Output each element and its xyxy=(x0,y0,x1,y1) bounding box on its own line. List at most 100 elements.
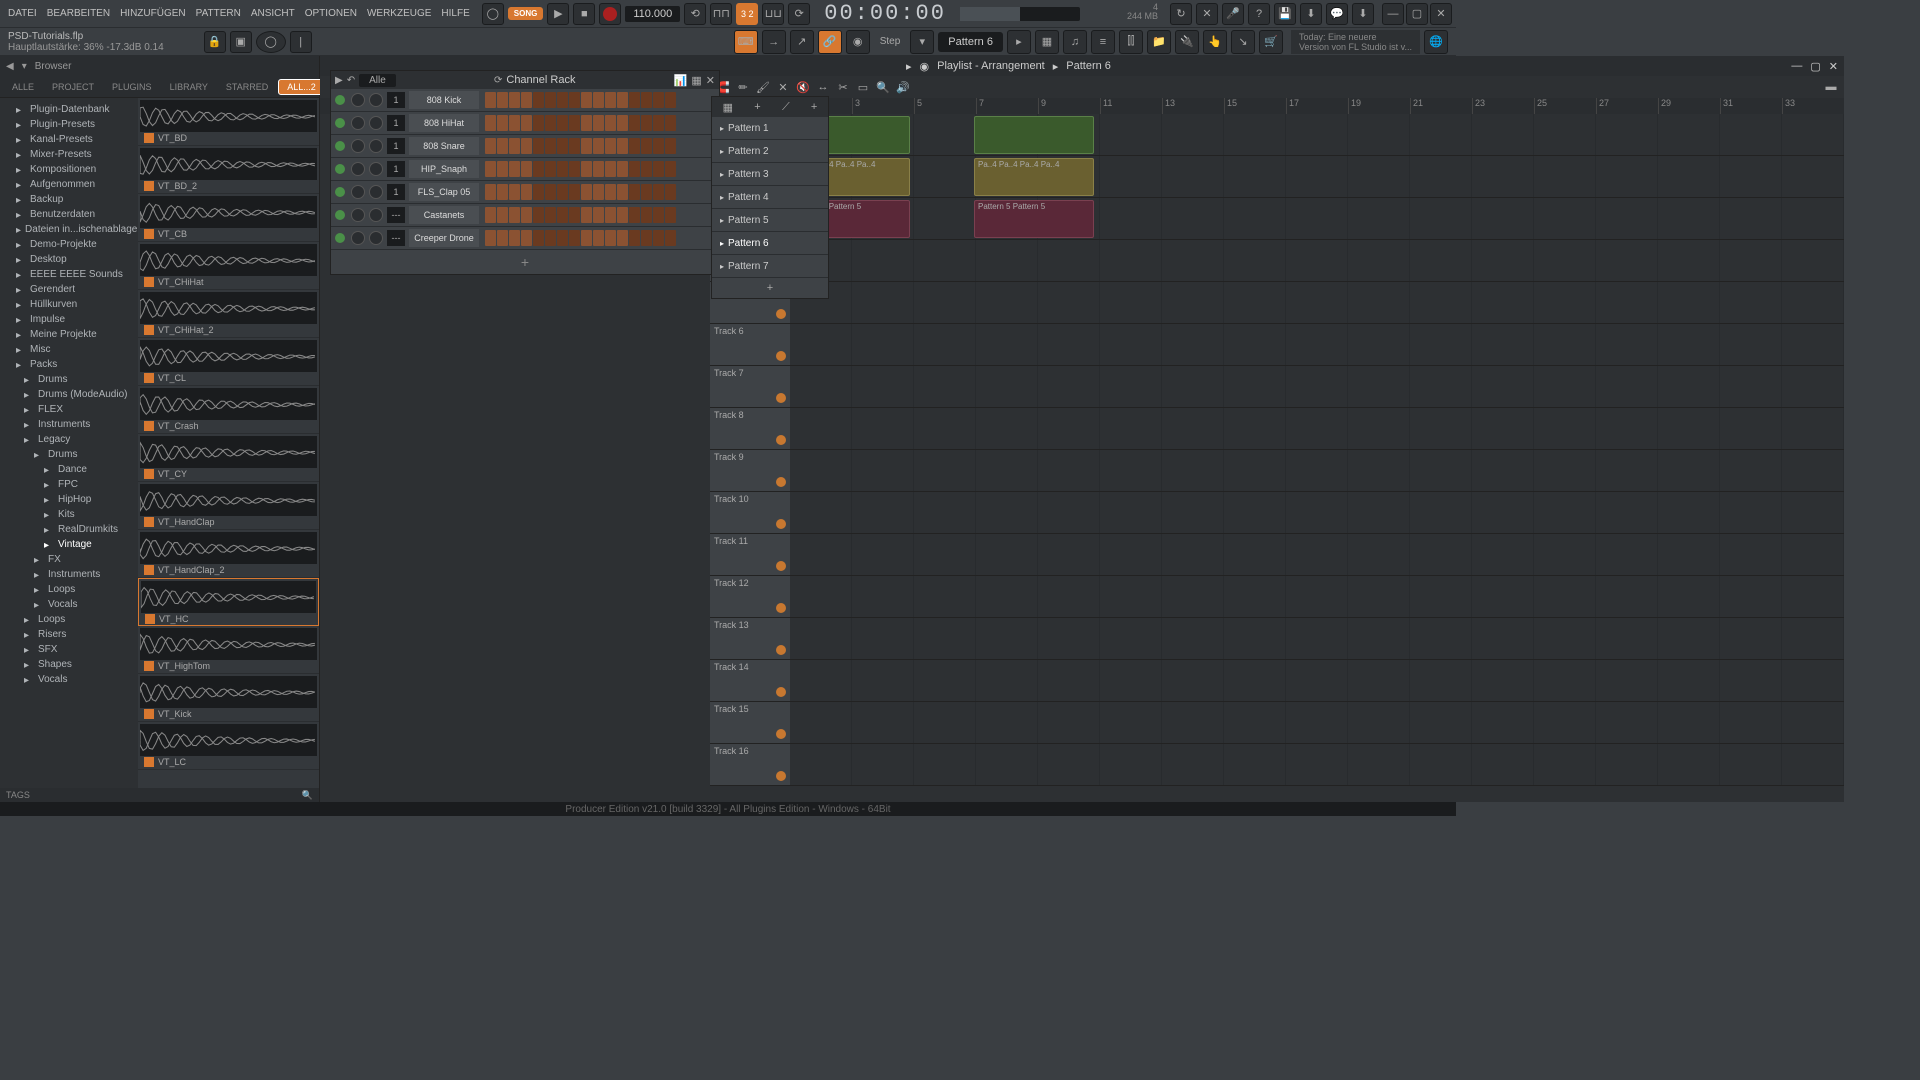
picker-grid-icon[interactable]: ▦ xyxy=(723,101,733,114)
step-cell[interactable] xyxy=(485,184,496,200)
tree-item[interactable]: ▸Drums (ModeAudio) xyxy=(0,387,138,402)
channel-route[interactable]: --- xyxy=(387,230,405,246)
track-header[interactable]: Track 11 xyxy=(710,534,790,575)
rack-channel-icon[interactable]: ⟳ xyxy=(494,75,502,86)
channel-name-button[interactable]: 808 Snare xyxy=(409,137,479,155)
tree-item[interactable]: ▸Shapes xyxy=(0,657,138,672)
feedback-icon[interactable]: 💬 xyxy=(1326,3,1348,25)
channel-route[interactable]: 1 xyxy=(387,115,405,131)
track-mute-button[interactable] xyxy=(776,519,786,529)
close-icon[interactable]: ✕ xyxy=(1430,3,1452,25)
tree-item[interactable]: ▸HipHop xyxy=(0,492,138,507)
step-cell[interactable] xyxy=(569,230,580,246)
metronome-button[interactable]: 3 2 xyxy=(736,3,758,25)
switch-icon[interactable]: ✕ xyxy=(1196,3,1218,25)
pattern-item[interactable]: Pattern 2 xyxy=(712,140,828,163)
step-cell[interactable] xyxy=(509,184,520,200)
sample-item[interactable]: VT_CL xyxy=(138,338,319,386)
channel-vol-knob[interactable] xyxy=(369,162,383,176)
delete-tool-icon[interactable]: ✕ xyxy=(774,78,792,96)
step-cell[interactable] xyxy=(629,138,640,154)
step-cell[interactable] xyxy=(497,115,508,131)
track-mute-button[interactable] xyxy=(776,435,786,445)
mute-tool-icon[interactable]: 🔇 xyxy=(794,78,812,96)
step-cell[interactable] xyxy=(545,184,556,200)
tree-item[interactable]: ▸Desktop xyxy=(0,252,138,267)
plugin-button[interactable]: 🔌 xyxy=(1175,30,1199,54)
step-cell[interactable] xyxy=(569,207,580,223)
step-cell[interactable] xyxy=(641,92,652,108)
step-cell[interactable] xyxy=(557,207,568,223)
track-mute-button[interactable] xyxy=(776,771,786,781)
record-button[interactable] xyxy=(599,3,621,25)
pattern-item[interactable]: Pattern 5 xyxy=(712,209,828,232)
snap-dropdown-icon[interactable]: ▾ xyxy=(910,30,934,54)
step-cell[interactable] xyxy=(617,138,628,154)
menu-hinzufügen[interactable]: HINZUFÜGEN xyxy=(116,6,190,21)
render-icon[interactable]: ⬇ xyxy=(1300,3,1322,25)
step-cell[interactable] xyxy=(557,115,568,131)
step-cell[interactable] xyxy=(641,184,652,200)
channel-vol-knob[interactable] xyxy=(369,116,383,130)
picker-add-icon[interactable]: + xyxy=(754,101,760,113)
step-cell[interactable] xyxy=(593,92,604,108)
track-lane[interactable] xyxy=(790,408,1844,449)
track-mute-button[interactable] xyxy=(776,687,786,697)
step-cell[interactable] xyxy=(641,230,652,246)
search-icon[interactable]: 🔍 xyxy=(302,790,313,801)
play-sample-icon[interactable] xyxy=(144,661,154,671)
maximize-icon[interactable]: ▢ xyxy=(1406,3,1428,25)
step-cell[interactable] xyxy=(653,115,664,131)
play-sample-icon[interactable] xyxy=(145,614,155,624)
main-pitch-slider[interactable]: | xyxy=(290,31,312,53)
playlist-button[interactable]: ▦ xyxy=(1035,30,1059,54)
playlist-pattern[interactable]: Pattern 6 xyxy=(1066,60,1111,72)
step-cell[interactable] xyxy=(593,115,604,131)
options-icon[interactable]: ▾ xyxy=(22,61,27,72)
channel-route[interactable]: --- xyxy=(387,207,405,223)
sample-item[interactable]: VT_HandClap xyxy=(138,482,319,530)
step-cell[interactable] xyxy=(497,161,508,177)
play-sample-icon[interactable] xyxy=(144,373,154,383)
sample-item[interactable]: VT_CB xyxy=(138,194,319,242)
minimize-icon[interactable]: — xyxy=(1382,3,1404,25)
step-cell[interactable] xyxy=(533,115,544,131)
pl-min-icon[interactable]: — xyxy=(1791,60,1802,72)
sample-item[interactable]: VT_LC xyxy=(138,722,319,770)
channel-mute-led[interactable] xyxy=(335,164,345,174)
sample-item[interactable]: VT_BD xyxy=(138,98,319,146)
step-cell[interactable] xyxy=(581,184,592,200)
track-lane[interactable] xyxy=(790,702,1844,743)
step-cell[interactable] xyxy=(641,138,652,154)
step-cell[interactable] xyxy=(485,115,496,131)
tree-item[interactable]: ▸FPC xyxy=(0,477,138,492)
slice-tool-icon[interactable]: ✂ xyxy=(834,78,852,96)
play-sample-icon[interactable] xyxy=(144,229,154,239)
news-panel[interactable]: Today: Eine neuereVersion von FL Studio … xyxy=(1291,30,1420,54)
track-lane[interactable] xyxy=(790,450,1844,491)
menu-ansicht[interactable]: ANSICHT xyxy=(247,6,299,21)
tree-item[interactable]: ▸Drums xyxy=(0,447,138,462)
picker-more-icon[interactable]: + xyxy=(811,101,817,113)
track-header[interactable]: Track 6 xyxy=(710,324,790,365)
track-header[interactable]: Track 10 xyxy=(710,492,790,533)
playlist-menu-icon[interactable]: ▸ xyxy=(906,60,912,73)
track-lane[interactable] xyxy=(790,324,1844,365)
step-cell[interactable] xyxy=(617,207,628,223)
play-sample-icon[interactable] xyxy=(144,709,154,719)
channel-name-button[interactable]: Creeper Drone xyxy=(409,229,479,247)
step-cell[interactable] xyxy=(665,161,676,177)
step-cell[interactable] xyxy=(665,92,676,108)
channel-mute-led[interactable] xyxy=(335,233,345,243)
step-cell[interactable] xyxy=(653,138,664,154)
play-sample-icon[interactable] xyxy=(144,517,154,527)
play-sample-icon[interactable] xyxy=(144,277,154,287)
step-cell[interactable] xyxy=(533,207,544,223)
step-cell[interactable] xyxy=(533,184,544,200)
tempo-tap-button[interactable]: 👆 xyxy=(1203,30,1227,54)
typing-keyboard-button[interactable]: ⌨ xyxy=(734,30,758,54)
tree-item[interactable]: ▸Dance xyxy=(0,462,138,477)
pattern-item[interactable]: Pattern 4 xyxy=(712,186,828,209)
step-cell[interactable] xyxy=(629,230,640,246)
play-button[interactable]: ▶ xyxy=(547,3,569,25)
